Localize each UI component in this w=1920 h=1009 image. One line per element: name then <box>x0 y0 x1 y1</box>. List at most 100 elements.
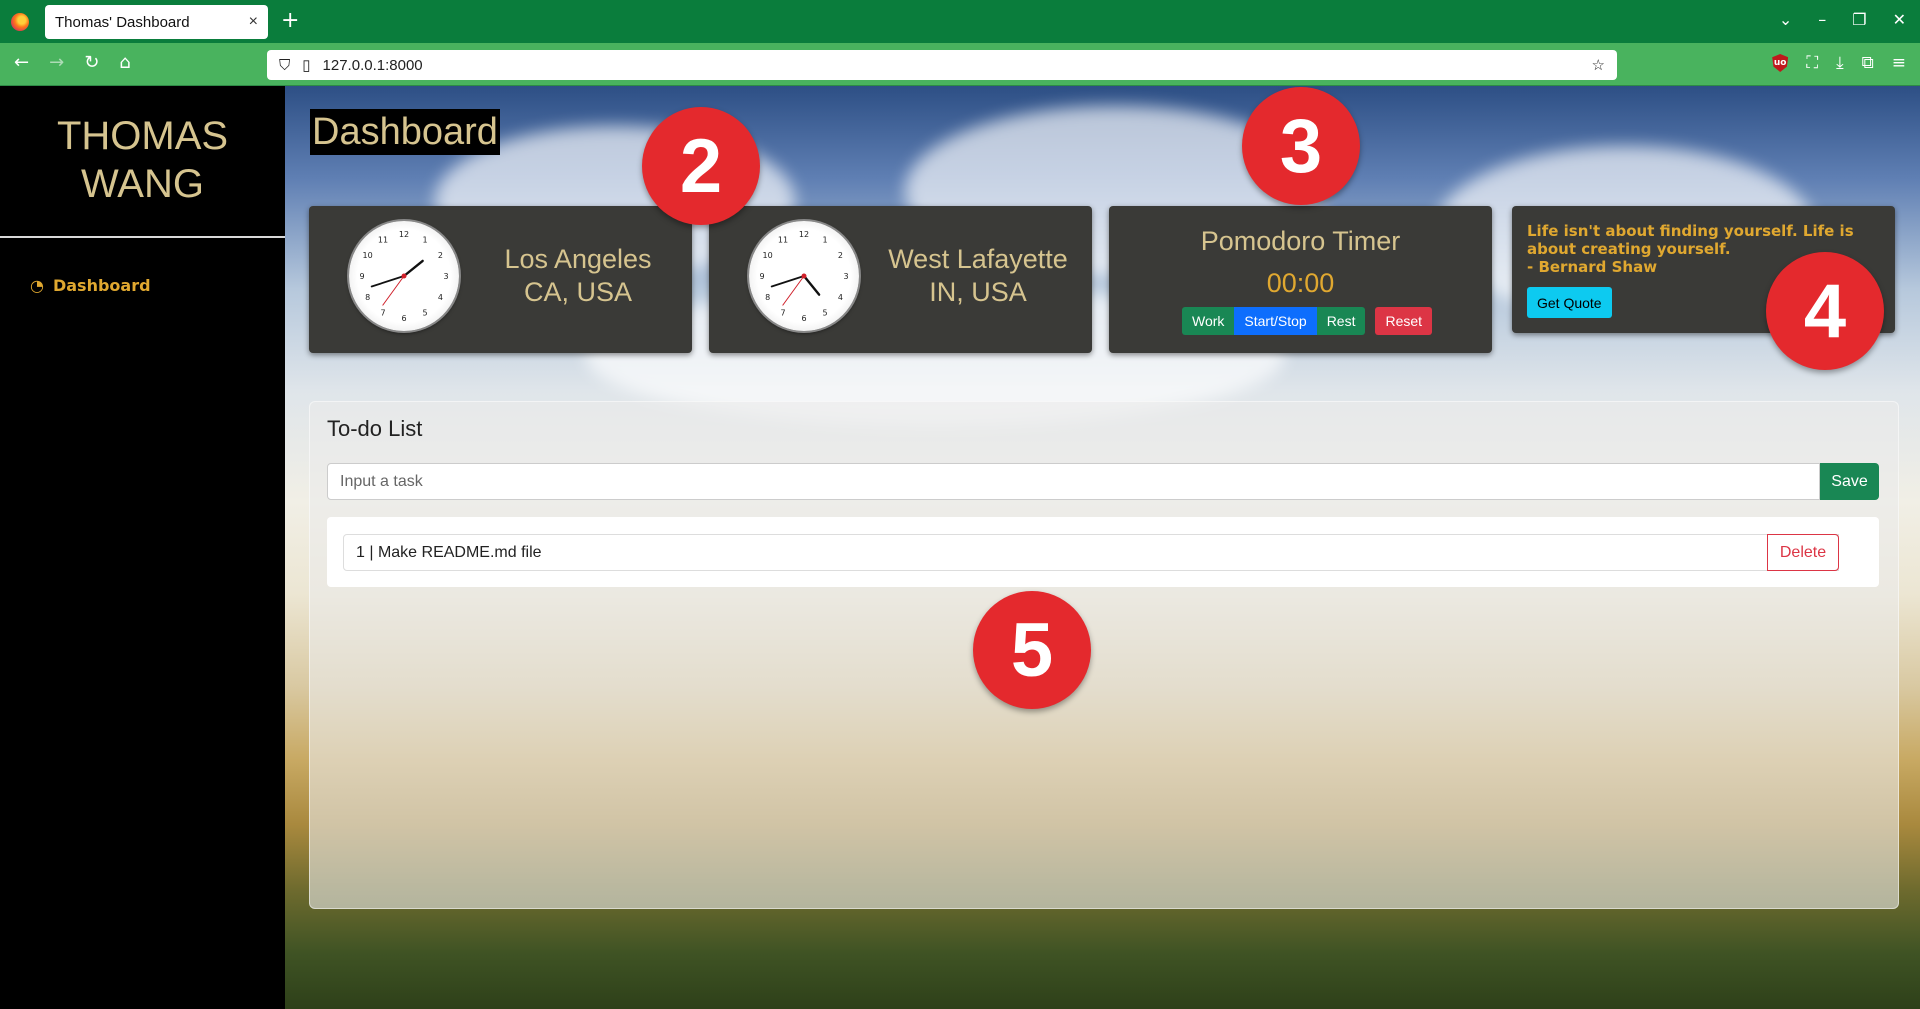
work-button[interactable]: Work <box>1182 307 1235 335</box>
close-window-icon[interactable]: ✕ <box>1893 10 1906 29</box>
clock-numeral: 3 <box>443 272 448 281</box>
ublock-origin-icon[interactable]: uo <box>1772 54 1789 72</box>
list-item: 1 | Make README.md file Delete <box>343 534 1839 571</box>
pomodoro-time: 00:00 <box>1266 268 1335 298</box>
clock-numeral: 2 <box>438 251 443 260</box>
clock-numeral: 5 <box>422 308 427 317</box>
browser-tab-bar: Thomas' Dashboard × + ⌄ – ❐ ✕ <box>0 0 1920 43</box>
extension-icon[interactable]: ⛶ <box>1806 53 1818 73</box>
clock-location: West Lafayette IN, USA <box>874 243 1082 309</box>
delete-button[interactable]: Delete <box>1767 534 1839 571</box>
forward-icon[interactable]: → <box>49 52 64 73</box>
pomodoro-title: Pomodoro Timer <box>1200 226 1401 256</box>
clock-card-west-lafayette: 1 2 3 4 5 6 7 8 9 10 11 12 West Lafayette IN, USA <box>709 206 1092 353</box>
clock-numeral: 12 <box>799 230 809 239</box>
clock-minute-hand <box>370 275 405 288</box>
clock-numeral: 5 <box>822 308 827 317</box>
clock-numeral: 1 <box>822 236 827 245</box>
reset-button[interactable]: Reset <box>1375 307 1433 335</box>
minimize-icon[interactable]: – <box>1818 10 1826 29</box>
reload-icon[interactable]: ↻ <box>84 52 99 73</box>
url-text[interactable]: 127.0.0.1:8000 <box>323 57 1580 74</box>
task-list: 1 | Make README.md file Delete <box>327 517 1879 587</box>
rest-button[interactable]: Rest <box>1316 307 1366 335</box>
window-controls: ⌄ – ❐ ✕ <box>1779 10 1906 29</box>
pomodoro-card: Pomodoro Timer 00:00 Work Start/Stop Res… <box>1109 206 1492 353</box>
address-bar[interactable]: ⛉ ▯ 127.0.0.1:8000 ☆ <box>267 50 1617 80</box>
page-content: THOMAS WANG ◔ Dashboard Dashboard 123456… <box>0 86 1920 1009</box>
clock-card-los-angeles: 1 2 3 4 5 6 7 8 9 10 11 12 Los Angeles CA, USA <box>309 206 692 353</box>
clock-numeral: 7 <box>780 308 785 317</box>
clock-hour-hand <box>402 259 424 278</box>
clock-numeral: 11 <box>378 236 388 245</box>
clock-numeral: 2 <box>838 251 843 260</box>
sidebar-item-label: Dashboard <box>52 276 151 295</box>
task-text: 1 | Make README.md file <box>356 543 542 561</box>
brand-last-name: WANG <box>81 162 204 206</box>
annotation-marker-5: 5 <box>973 591 1091 709</box>
shield-icon[interactable]: ⛉ <box>279 57 290 74</box>
clock-numeral: 1 <box>422 236 427 245</box>
browser-tab[interactable]: Thomas' Dashboard × <box>45 5 268 39</box>
clock-numeral: 12 <box>399 230 409 239</box>
restore-icon[interactable]: ❐ <box>1852 10 1866 29</box>
clock-center-pin <box>401 273 407 279</box>
back-icon[interactable]: ← <box>14 52 29 73</box>
clock-numeral: 4 <box>438 293 443 302</box>
todo-title: To-do List <box>327 416 423 441</box>
clock-numeral: 9 <box>359 272 364 281</box>
home-icon[interactable]: ⌂ <box>119 52 130 73</box>
clock-city: West Lafayette <box>888 244 1068 274</box>
main-area: Dashboard 1 2 3 4 5 6 7 8 9 10 11 12 Los Angeles CA… <box>285 86 1920 1009</box>
analog-clock: 1 2 3 4 5 6 7 8 9 10 11 12 <box>749 221 859 331</box>
clock-face: 123456789101112 <box>359 230 448 323</box>
clock-numeral: 6 <box>401 314 406 323</box>
task-input[interactable] <box>327 463 1820 500</box>
save-button[interactable]: Save <box>1820 463 1879 500</box>
clock-numeral: 6 <box>801 314 806 323</box>
clock-city: Los Angeles <box>504 244 652 274</box>
menu-icon[interactable]: ≡ <box>1892 53 1906 73</box>
bookmark-star-icon[interactable]: ☆ <box>1592 56 1605 74</box>
sidebar-item-dashboard[interactable]: ◔ Dashboard <box>30 276 151 295</box>
clock-region: IN, USA <box>929 277 1027 307</box>
extensions-puzzle-icon[interactable]: ⧉ <box>1862 53 1874 73</box>
start-stop-button[interactable]: Start/Stop <box>1234 307 1317 335</box>
analog-clock: 1 2 3 4 5 6 7 8 9 10 11 12 <box>349 221 459 331</box>
clock-numeral: 8 <box>765 293 770 302</box>
brand-name: THOMAS WANG <box>0 112 285 208</box>
downloads-icon[interactable]: ⤓ <box>1836 53 1844 73</box>
annotation-marker-4: 4 <box>1766 252 1884 370</box>
new-tab-icon[interactable]: + <box>281 8 299 33</box>
sidebar-divider <box>0 236 285 238</box>
clock-numeral: 3 <box>843 272 848 281</box>
todo-panel: To-do List Save 1 | Make README.md file … <box>309 401 1899 909</box>
clock-numeral: 9 <box>759 272 764 281</box>
clock-face: 123456789101112 <box>759 230 848 323</box>
annotation-marker-2: 2 <box>642 107 760 225</box>
clock-region: CA, USA <box>523 277 633 307</box>
clock-numeral: 8 <box>365 293 370 302</box>
clock-numeral: 11 <box>778 236 788 245</box>
sidebar: THOMAS WANG ◔ Dashboard <box>0 86 285 1009</box>
clock-numeral: 10 <box>363 251 373 260</box>
list-tabs-icon[interactable]: ⌄ <box>1779 10 1792 29</box>
clock-numeral: 10 <box>763 251 773 260</box>
clock-hour-hand <box>802 274 821 296</box>
clock-minute-hand <box>770 275 805 288</box>
firefox-logo-icon <box>11 13 29 31</box>
clock-center-pin <box>801 273 807 279</box>
page-title: Dashboard <box>310 109 500 155</box>
annotation-marker-3: 3 <box>1242 87 1360 205</box>
toolbar-icons: uo ⛶ ⤓ ⧉ ≡ <box>1772 53 1906 73</box>
pomodoro-button-group: Work Start/Stop Rest Reset <box>1182 307 1433 335</box>
page-info-icon[interactable]: ▯ <box>302 56 310 74</box>
clock-numeral: 7 <box>380 308 385 317</box>
gauge-icon: ◔ <box>30 276 44 295</box>
browser-nav-bar: ← → ↻ ⌂ ⛉ ▯ 127.0.0.1:8000 ☆ uo ⛶ ⤓ ⧉ ≡ <box>0 43 1920 86</box>
get-quote-button[interactable]: Get Quote <box>1527 287 1612 318</box>
clock-location: Los Angeles CA, USA <box>474 243 682 309</box>
tab-close-icon[interactable]: × <box>249 13 258 31</box>
tab-title: Thomas' Dashboard <box>55 13 190 31</box>
brand-first-name: THOMAS <box>56 114 229 158</box>
